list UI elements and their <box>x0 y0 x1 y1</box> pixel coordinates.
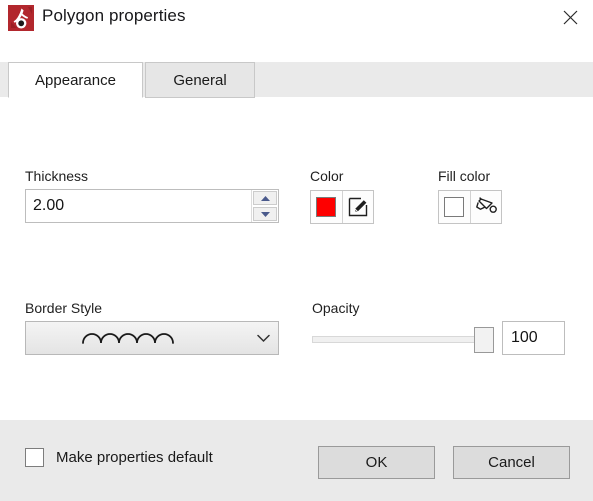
tab-strip: Appearance General <box>0 62 593 98</box>
title-bar: Polygon properties <box>0 0 593 48</box>
border-style-label: Border Style <box>25 300 103 316</box>
tab-general-label: General <box>173 71 227 89</box>
opacity-input[interactable]: 100 <box>502 321 565 355</box>
cancel-button[interactable]: Cancel <box>453 446 570 479</box>
thickness-input[interactable]: 2.00 <box>26 190 251 222</box>
pencil-edit-icon[interactable] <box>341 191 374 223</box>
spin-down-icon[interactable] <box>253 207 277 221</box>
color-swatch-button[interactable] <box>311 191 342 223</box>
opacity-slider-thumb[interactable] <box>474 327 494 353</box>
border-style-select[interactable] <box>25 321 279 355</box>
tab-general[interactable]: General <box>145 62 255 98</box>
spin-up-icon[interactable] <box>253 191 277 205</box>
appearance-panel <box>0 97 593 420</box>
opacity-label: Opacity <box>312 300 360 316</box>
fill-color-swatch-button[interactable] <box>439 191 470 223</box>
close-icon[interactable] <box>547 0 593 34</box>
scalloped-arc-line-icon <box>26 330 248 346</box>
fill-color-control-group <box>438 190 502 224</box>
cancel-button-label: Cancel <box>488 454 535 471</box>
thickness-spin-arrows <box>251 190 278 222</box>
opacity-slider-track[interactable] <box>312 336 494 343</box>
checkbox-box[interactable] <box>25 448 44 467</box>
color-swatch <box>316 197 337 217</box>
fill-color-swatch <box>444 197 465 217</box>
opacity-slider[interactable] <box>312 321 494 355</box>
make-properties-default-checkbox[interactable]: Make properties default <box>25 448 213 467</box>
thickness-label: Thickness <box>25 168 89 184</box>
thickness-stepper[interactable]: 2.00 <box>25 189 279 223</box>
tab-appearance[interactable]: Appearance <box>8 62 143 98</box>
color-label: Color <box>310 168 344 184</box>
chevron-down-icon[interactable] <box>248 334 278 343</box>
make-properties-default-label: Make properties default <box>56 449 213 466</box>
color-control-group <box>310 190 374 224</box>
paint-bucket-icon[interactable] <box>469 191 502 223</box>
page-title: Polygon properties <box>42 6 186 25</box>
ok-button[interactable]: OK <box>318 446 435 479</box>
ok-button-label: OK <box>365 454 388 471</box>
polygon-properties-icon <box>8 5 34 31</box>
tab-appearance-label: Appearance <box>35 71 116 89</box>
fill-color-label: Fill color <box>438 168 491 184</box>
